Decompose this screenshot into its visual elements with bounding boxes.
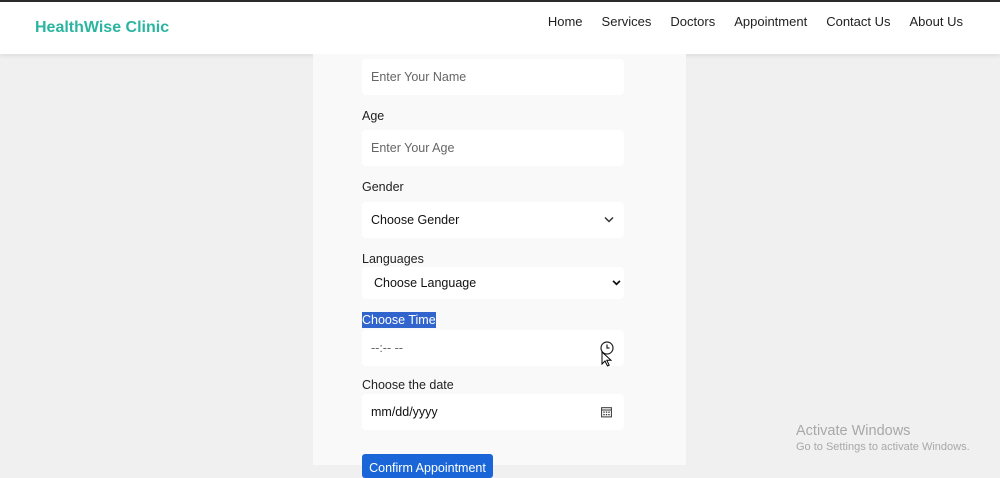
time-value: --:-- -- [371, 341, 403, 355]
appointment-form: Enter Your Name Age Enter Your Age Gende… [313, 54, 686, 478]
choose-time-label: Choose Time [362, 312, 436, 328]
main-nav: Home Services Doctors Appointment Contac… [548, 14, 963, 29]
gender-select[interactable]: Choose Gender [362, 202, 624, 238]
chevron-down-icon [612, 280, 621, 286]
navbar: HealthWise Clinic Home Services Doctors … [0, 2, 1000, 54]
calendar-icon[interactable] [601, 407, 612, 418]
gender-selected-value: Choose Gender [371, 213, 460, 227]
age-label: Age [362, 109, 385, 123]
name-placeholder: Enter Your Name [371, 70, 467, 84]
mouse-cursor-icon [601, 350, 613, 372]
time-input[interactable]: --:-- -- [362, 330, 624, 366]
date-input[interactable]: mm/dd/yyyy [362, 394, 624, 430]
chevron-down-icon [604, 216, 614, 224]
nav-about-us[interactable]: About Us [910, 14, 963, 29]
choose-date-label: Choose the date [362, 378, 454, 392]
language-selected-value: Choose Language [374, 276, 477, 290]
languages-label: Languages [362, 252, 424, 266]
nav-appointment[interactable]: Appointment [734, 14, 807, 29]
age-input[interactable]: Enter Your Age [362, 130, 624, 166]
nav-home[interactable]: Home [548, 14, 583, 29]
date-value: mm/dd/yyyy [371, 405, 438, 419]
nav-doctors[interactable]: Doctors [670, 14, 715, 29]
watermark-subtitle: Go to Settings to activate Windows. [796, 441, 970, 453]
name-input[interactable]: Enter Your Name [362, 59, 624, 95]
brand-logo[interactable]: HealthWise Clinic [35, 19, 169, 37]
nav-services[interactable]: Services [602, 14, 652, 29]
language-select[interactable]: Choose Language [362, 267, 624, 299]
confirm-appointment-button[interactable]: Confirm Appointment [362, 454, 493, 478]
age-placeholder: Enter Your Age [371, 141, 455, 155]
activate-windows-watermark: Activate Windows Go to Settings to activ… [796, 423, 970, 453]
watermark-title: Activate Windows [796, 423, 911, 439]
gender-label: Gender [362, 180, 404, 194]
nav-contact-us[interactable]: Contact Us [826, 14, 890, 29]
